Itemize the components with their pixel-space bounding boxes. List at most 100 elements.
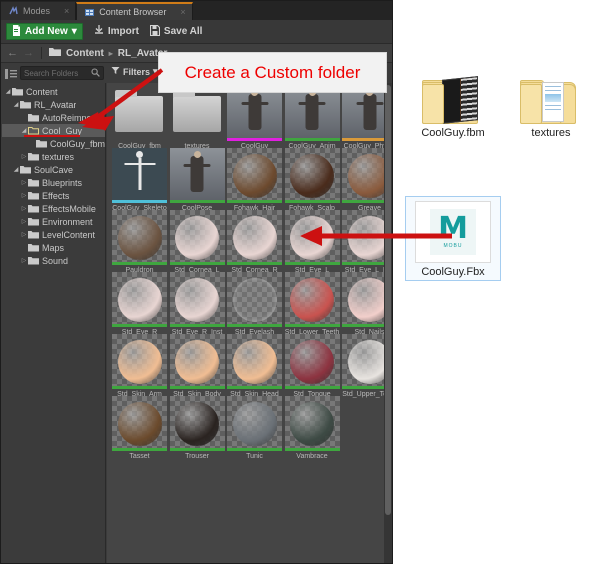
search-folders-input[interactable]: Search Folders (20, 66, 104, 80)
asset-tile[interactable]: Std_Eyelash (227, 272, 282, 337)
asset-tile[interactable]: Tunic (227, 396, 282, 461)
chevron-right-icon[interactable]: ▷ (20, 218, 28, 225)
asset-tile[interactable]: Trouser (169, 396, 225, 461)
asset-tile[interactable]: Tasset (112, 396, 167, 461)
asset-tile[interactable]: CoolGuy_fbm (112, 86, 167, 151)
tree-item-label: Maps (42, 242, 65, 253)
explorer-item-label: CoolGuy.fbm (421, 127, 485, 139)
explorer-item-coolguy-fbx[interactable]: M MOBU CoolGuy.Fbx (405, 196, 501, 281)
tree-item-coolguy-fbm[interactable]: ▸ CoolGuy_fbm (2, 137, 105, 150)
explorer-item-textures[interactable]: textures (503, 68, 598, 139)
tab-content-browser[interactable]: Content Browser × (76, 2, 193, 20)
asset-tile[interactable]: Std_Eye_R (112, 272, 167, 337)
tree-item-label: Effects (42, 190, 70, 201)
asset-tile[interactable]: Pauldron (112, 210, 167, 275)
folder-contact-sheet-icon (422, 74, 484, 124)
chevron-down-icon: ▾ (71, 26, 77, 37)
folder-icon (28, 191, 39, 200)
chevron-right-icon[interactable]: ▷ (20, 153, 28, 160)
asset-tile[interactable]: CoolGuy_Anim (284, 86, 340, 151)
breadcrumb-item-content[interactable]: Content (66, 48, 104, 59)
add-new-button[interactable]: Add New ▾ (6, 23, 83, 40)
tab-modes-close-icon[interactable]: × (64, 6, 69, 16)
tab-content-browser-close-icon[interactable]: × (180, 7, 185, 17)
tree-item-rl-avatar[interactable]: ◢ RL_Avatar (2, 98, 105, 111)
asset-tile[interactable]: CoolGuy (227, 86, 282, 151)
chevron-right-icon[interactable]: ▷ (20, 205, 28, 212)
chevron-right-icon[interactable]: ▷ (20, 179, 28, 186)
asset-tile[interactable]: Std_Cornea_L (169, 210, 225, 275)
asset-tile[interactable]: Fohawk_Hair (227, 148, 282, 213)
tree-item-soulcave[interactable]: ◢ SoulCave (2, 163, 105, 176)
folder-icon (49, 47, 61, 60)
asset-tile[interactable]: Std_Skin_Body (169, 334, 225, 399)
tree-item-autoreimport[interactable]: ▸ AutoReimport (2, 111, 105, 124)
tab-modes-label: Modes (23, 6, 51, 16)
motionbuilder-subtext: MOBU (443, 242, 463, 249)
asset-tile[interactable]: Std_Lower_Teeth (284, 272, 340, 337)
callout-box: Create a Custom folder (158, 52, 387, 93)
save-all-button[interactable]: Save All (149, 24, 202, 39)
asset-grid-area[interactable]: CoolGuy_fbm textures CoolGuy CoolGuy_Anim Co… (107, 83, 392, 563)
tab-modes[interactable]: Modes × (1, 2, 77, 20)
tree-item-blueprints[interactable]: ▷ Blueprints (2, 176, 105, 189)
asset-tile[interactable]: CoolPose (169, 148, 225, 213)
tree-item-environment[interactable]: ▷ Environment (2, 215, 105, 228)
chevron-right-icon[interactable]: ▷ (20, 231, 28, 238)
asset-thumbnail (169, 148, 225, 203)
explorer-item-coolguy-fbm[interactable]: CoolGuy.fbm (405, 68, 501, 139)
asset-tile[interactable]: Vambrace (284, 396, 340, 461)
filters-button[interactable]: Filters ▾ (111, 66, 158, 77)
tree-item-effects[interactable]: ▷ Effects (2, 189, 105, 202)
asset-tile[interactable]: Std_Skin_Arm (112, 334, 167, 399)
asset-grid-scrollbar[interactable] (384, 83, 392, 563)
asset-tile[interactable]: textures (169, 86, 225, 151)
tree-item-label: RL_Avatar (34, 99, 77, 110)
tree-item-label: textures (42, 151, 75, 162)
asset-tile[interactable]: Std_Skin_Head (227, 334, 282, 399)
folder-tree[interactable]: ◢ Content ◢ RL_Avatar ▸ AutoReimport ◢ Cool_Guy… (2, 83, 106, 563)
asset-thumbnail (284, 148, 340, 203)
tree-item-label: Sound (42, 255, 69, 266)
tree-item-textures[interactable]: ▷ textures (2, 150, 105, 163)
chevron-down-icon[interactable]: ◢ (12, 166, 20, 173)
divider (41, 47, 42, 59)
folder-pictures-icon (520, 74, 582, 124)
chevron-down-icon[interactable]: ◢ (4, 88, 12, 95)
folder-icon (28, 230, 39, 239)
breadcrumb-separator: ▸ (108, 48, 113, 58)
save-icon (149, 24, 160, 39)
tree-item-levelcontent[interactable]: ▷ LevelContent (2, 228, 105, 241)
asset-tile[interactable]: Std_Eye_R_Inst (169, 272, 225, 337)
asset-type-bar (284, 138, 340, 141)
back-button[interactable]: ← (7, 47, 18, 59)
tree-item-content[interactable]: ◢ Content (2, 85, 105, 98)
tree-spacer: ▸ (28, 140, 36, 147)
asset-thumbnail (284, 210, 340, 265)
asset-tile[interactable]: Std_Tongue (284, 334, 340, 399)
modes-icon (8, 5, 19, 17)
asset-tile[interactable]: Std_Eye_L (284, 210, 340, 275)
forward-button[interactable]: → (23, 47, 34, 59)
tree-item-cool-guy[interactable]: ◢ Cool_Guy (2, 124, 105, 137)
scrollbar-thumb[interactable] (385, 85, 391, 515)
chevron-right-icon[interactable]: ▷ (20, 192, 28, 199)
import-button[interactable]: Import (94, 24, 139, 39)
search-folders-placeholder: Search Folders (24, 68, 79, 78)
asset-tile[interactable]: Fohawk_Scalp (284, 148, 340, 213)
folder-icon (28, 152, 39, 161)
chevron-right-icon[interactable]: ▷ (20, 257, 28, 264)
chevron-down-icon: ▾ (153, 66, 158, 76)
asset-tile[interactable]: Std_Cornea_R (227, 210, 282, 275)
asset-thumbnail (227, 272, 282, 327)
tree-item-sound[interactable]: ▷ Sound (2, 254, 105, 267)
motionbuilder-icon: M MOBU (430, 209, 476, 255)
chevron-down-icon[interactable]: ◢ (12, 101, 20, 108)
search-icon (91, 67, 100, 79)
tree-item-effectsmobile[interactable]: ▷ EffectsMobile (2, 202, 105, 215)
folder-icon (36, 139, 47, 148)
asset-thumbnail (112, 148, 167, 203)
tree-item-maps[interactable]: ▸ Maps (2, 241, 105, 254)
asset-thumbnail (227, 210, 282, 265)
chevron-down-icon[interactable]: ◢ (20, 127, 28, 134)
